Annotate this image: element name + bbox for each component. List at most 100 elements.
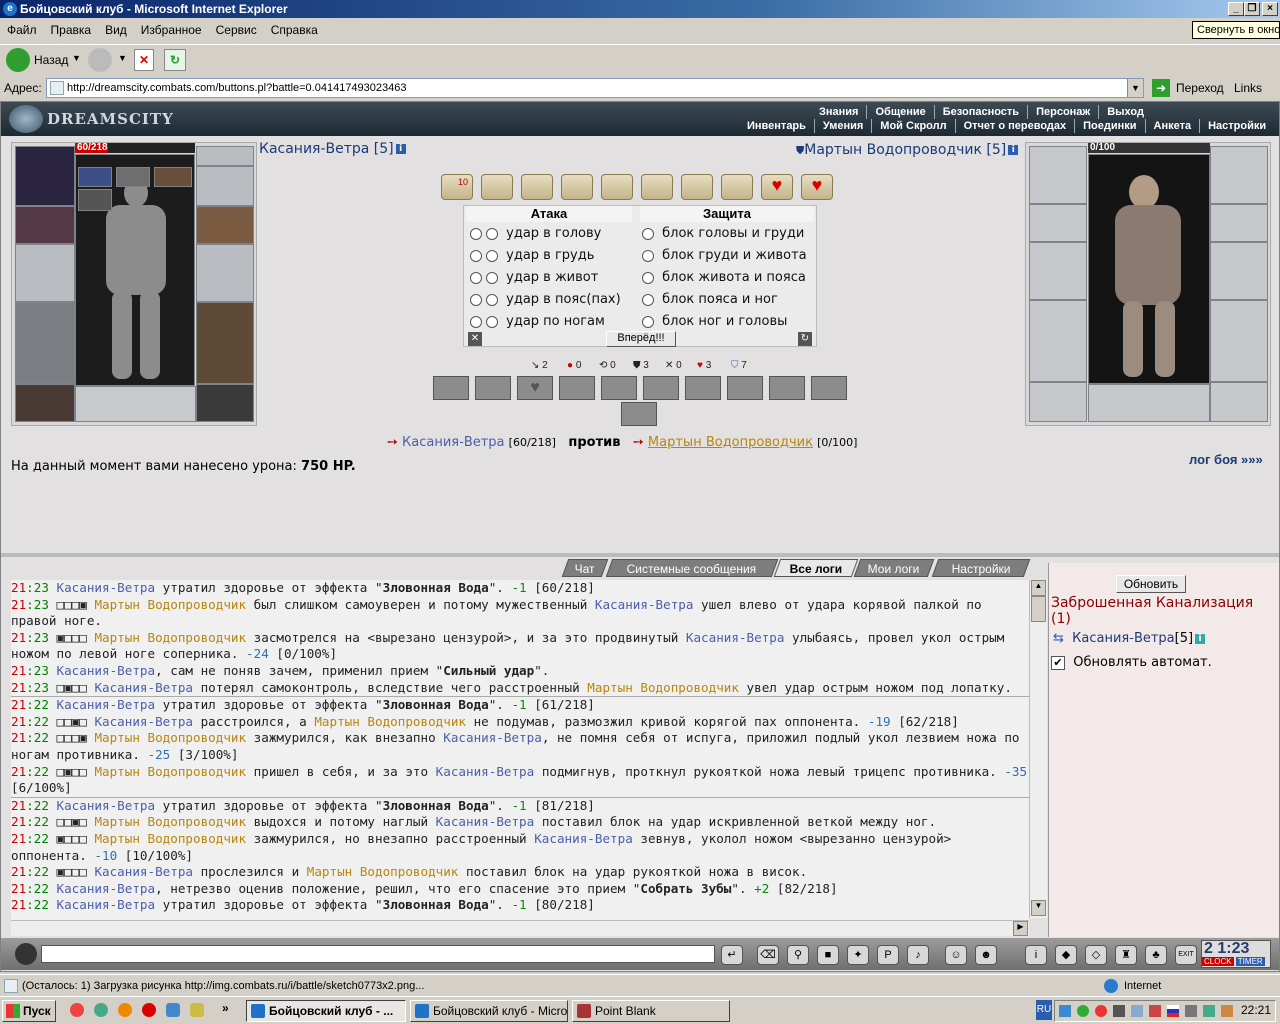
language-indicator[interactable]: RU [1036,1000,1052,1020]
cancel-icon[interactable]: ✕ [468,332,482,346]
rune-slot-2[interactable] [154,167,192,187]
enemy-rings-slot[interactable] [1210,146,1268,204]
tray-icon-4[interactable] [1113,1005,1125,1017]
rune-slot-1[interactable] [78,167,112,187]
blade-scroll-icon[interactable] [641,174,673,200]
menu-icon-2[interactable]: ◆ [1055,945,1077,965]
enemy-gloves-slot[interactable] [1029,204,1087,242]
log-hscrollbar[interactable]: ▶ [11,920,1029,936]
action-icon[interactable]: ✦ [847,945,869,965]
attack-radio-b5[interactable] [486,315,498,328]
block-row-1[interactable]: блок головы и груди [642,224,804,244]
log-player-name[interactable]: Касания-Ветра [436,814,535,829]
log-player-name[interactable]: Мартын Водопроводчик [94,597,246,612]
filter-icon[interactable]: ⚲ [787,945,809,965]
block-radio-4[interactable] [642,293,654,306]
task-fightclub-1[interactable]: Бойцовский клуб - ... [246,1000,406,1022]
sound-icon[interactable]: ♪ [907,945,929,965]
nav-inventory[interactable]: Инвентарь [739,119,814,133]
bracers-slot[interactable] [196,206,254,244]
log-player-name[interactable]: Мартын Водопроводчик [314,714,466,729]
log-player-name[interactable]: Касания-Ветра [57,580,156,595]
helmet-slot[interactable] [15,146,75,206]
user-icon[interactable]: ☻ [975,945,997,965]
firefox-icon[interactable] [118,1003,132,1017]
tray-icon-1[interactable] [1059,1005,1071,1017]
menu-view[interactable]: Вид [98,20,134,40]
quicklaunch-expand-icon[interactable]: » [222,1001,229,1015]
heart-scroll-icon-2[interactable]: ♥ [801,174,833,200]
nav-security[interactable]: Безопасность [933,105,1027,119]
technique-icon-7[interactable] [685,376,721,400]
frost-scroll-icon-2[interactable] [521,174,553,200]
log-player-name[interactable]: Касания-Ветра [595,597,694,612]
nav-settings[interactable]: Настройки [1199,119,1274,133]
back-arrow-icon[interactable] [6,48,30,72]
enemy-name[interactable]: ⛊Мартын Водопроводчик [5] i [796,142,1019,158]
chrome-icon[interactable] [70,1003,84,1017]
refresh-combat-icon[interactable]: ↻ [798,332,812,346]
site-logo[interactable]: DREAMSCITY [7,104,173,134]
browser-icon[interactable] [94,1003,108,1017]
back-button-label[interactable]: Назад [34,53,68,67]
tab-my-logs[interactable]: Мои логи [853,559,935,577]
rune-slot-3[interactable] [78,189,112,211]
log-player-name[interactable]: Мартын Водопроводчик [94,730,246,745]
tray-icon-7[interactable] [1221,1005,1233,1017]
versus-enemy-name[interactable]: Мартын Водопроводчик [648,435,813,450]
pants-slot[interactable] [196,302,254,384]
heal-scroll-icon[interactable]: 10 [441,174,473,200]
frost-scroll-icon-4[interactable] [601,174,633,200]
log-player-name[interactable]: Мартын Водопроводчик [94,630,246,645]
network-icon[interactable] [1203,1005,1215,1017]
forward-arrow-icon[interactable] [88,48,112,72]
forward-dropdown-icon[interactable]: ▼ [118,53,127,63]
attack-row-groin[interactable]: удар в пояс(пах) [470,290,621,310]
technique-icon-11[interactable] [621,402,657,426]
empty-slots-row[interactable] [75,386,196,422]
log-player-name[interactable]: Касания-Ветра [57,798,156,813]
attack-radio-b3[interactable] [486,271,498,284]
tray-icon-6[interactable] [1149,1005,1161,1017]
gloves-slot[interactable] [15,206,75,244]
refresh-icon[interactable]: ↻ [164,49,186,71]
menu-icon-5[interactable]: ♣ [1145,945,1167,965]
nav-character[interactable]: Персонаж [1027,105,1098,119]
attack-radio-a5[interactable] [470,315,482,328]
enemy-belt-slot[interactable] [1029,382,1087,422]
ice-scroll-icon[interactable] [681,174,713,200]
tab-settings[interactable]: Настройки [931,559,1031,577]
enemy-boots-slot[interactable] [1210,382,1268,422]
log-player-name[interactable]: Мартын Водопроводчик [94,831,246,846]
technique-icon-1[interactable] [433,376,469,400]
tab-system-messages[interactable]: Системные сообщения [605,559,779,577]
tray-icon-2[interactable] [1077,1005,1089,1017]
weapon-right-slot[interactable] [196,244,254,302]
tab-all-logs[interactable]: Все логи [773,559,859,577]
go-arrow-icon[interactable]: ➜ [1152,79,1170,97]
nav-knowledge[interactable]: Знания [811,105,866,119]
belt-slot[interactable] [15,384,75,422]
refresh-button[interactable]: Обновить [1116,575,1186,593]
scroll-thumb[interactable] [1031,596,1046,622]
start-button[interactable]: Пуск [2,1000,56,1022]
technique-heart-icon[interactable]: ♥ [517,376,553,400]
clock-label[interactable]: CLOCK [1202,957,1234,966]
enemy-armor-slot[interactable] [1029,300,1087,382]
attack-row-legs[interactable]: удар по ногам [470,312,605,332]
log-player-name[interactable]: Мартын Водопроводчик [587,680,739,695]
chat-smile-icon[interactable] [15,943,37,965]
log-player-name[interactable]: Касания-Ветра [534,831,633,846]
forward-button[interactable]: Вперёд!!! [606,331,676,347]
rings-slot[interactable] [196,166,254,206]
nav-skills[interactable]: Умения [813,119,871,133]
block-radio-2[interactable] [642,249,654,262]
log-player-name[interactable]: Касания-Ветра [57,663,156,678]
enemy-pants-slot[interactable] [1210,300,1268,382]
technique-icon-8[interactable] [727,376,763,400]
enemy-weapon-slot[interactable] [1029,242,1087,300]
attack-radio-a1[interactable] [470,227,482,240]
log-player-name[interactable]: Мартын Водопроводчик [307,864,459,879]
tray-icon-3[interactable] [1095,1005,1107,1017]
scroll-up-icon[interactable]: ▲ [1031,580,1046,596]
